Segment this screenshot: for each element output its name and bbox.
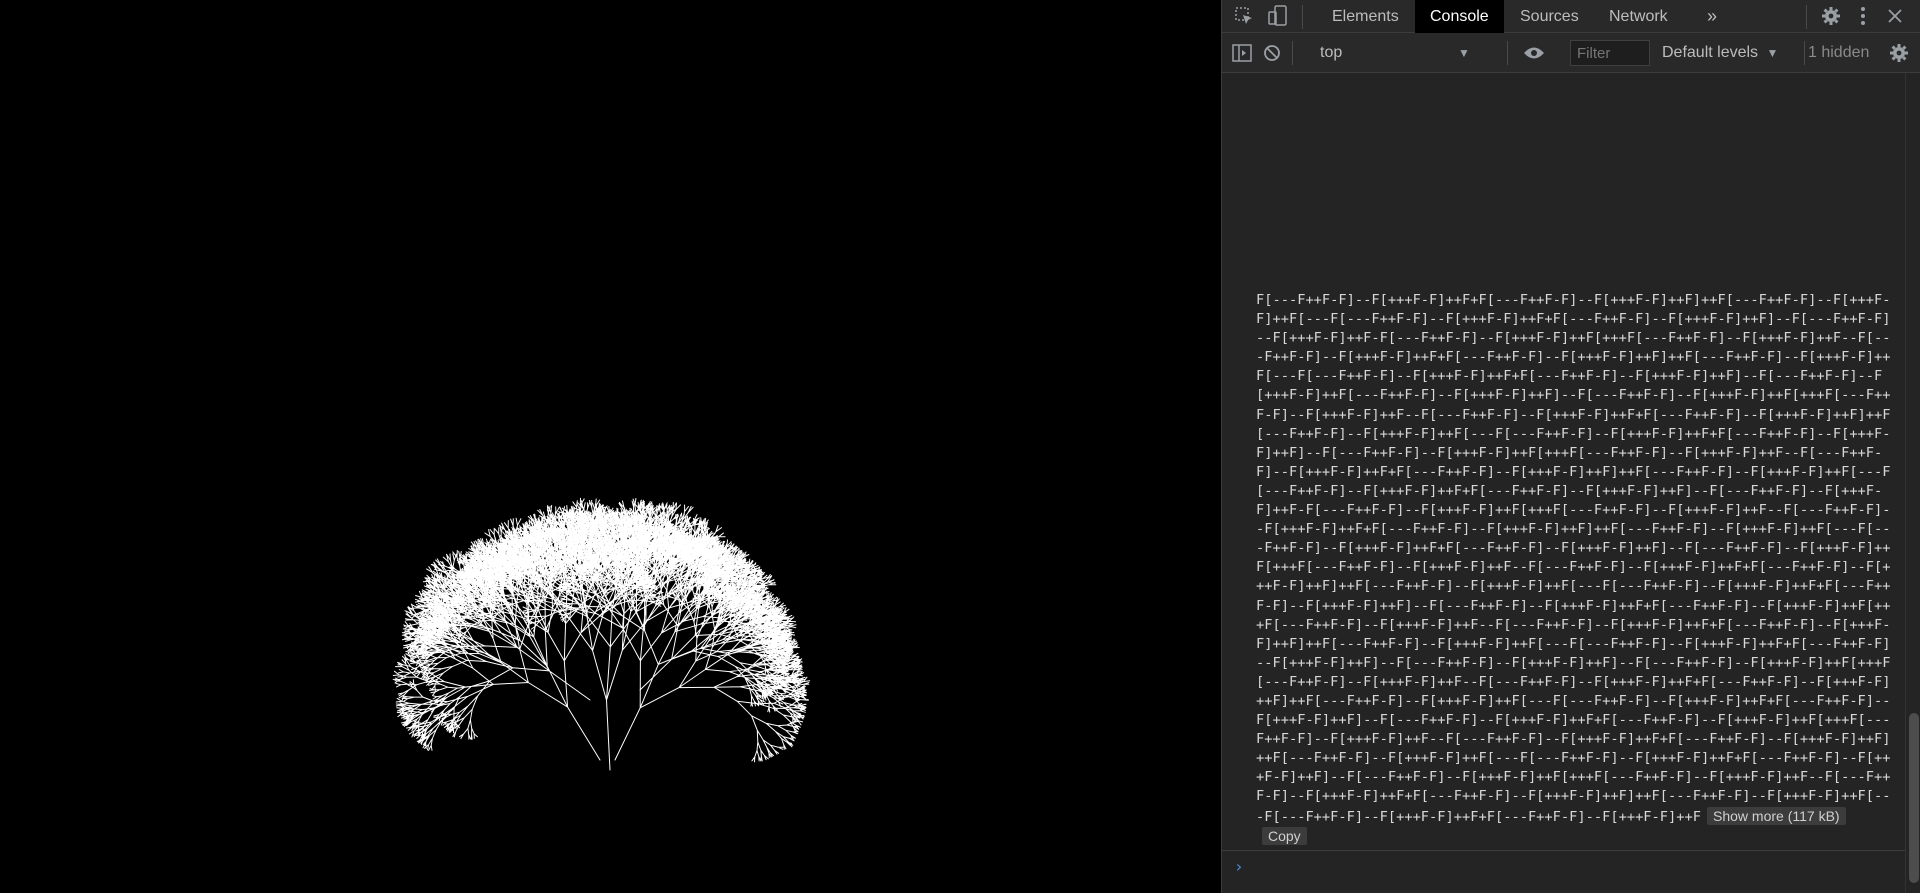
device-toolbar-icon[interactable] (1266, 4, 1290, 28)
clear-console-icon[interactable] (1260, 41, 1284, 65)
tabbar-divider (1302, 5, 1303, 29)
lsystem-canvas (0, 0, 1221, 893)
hidden-count: 1 hidden (1808, 44, 1870, 61)
console-settings-gear-icon[interactable] (1887, 41, 1911, 65)
copy-button[interactable]: Copy (1262, 826, 1307, 845)
levels-label: Default levels (1662, 44, 1759, 61)
devtools-panel: Elements Console Sources Network » top ▼ (1221, 0, 1920, 893)
tab-network[interactable]: Network (1594, 0, 1683, 33)
tab-elements[interactable]: Elements (1317, 0, 1414, 33)
console-prompt-icon: › (1234, 857, 1244, 876)
console-input-row[interactable]: › (1222, 850, 1905, 893)
filter-input[interactable] (1570, 40, 1650, 66)
close-devtools-icon[interactable] (1883, 4, 1907, 28)
console-log-message: F[---F++F-F]--F[+++F-F]++F+F[---F++F-F]-… (1256, 291, 1896, 847)
console-scrollbar[interactable] (1905, 73, 1920, 893)
toolbar-divider (1804, 41, 1805, 65)
context-selector-value: top (1320, 44, 1343, 61)
toolbar-divider (1292, 41, 1293, 65)
context-selector[interactable]: top ▼ (1320, 41, 1480, 65)
tabbar-divider-right (1806, 5, 1807, 29)
console-output: F[---F++F-F]--F[+++F-F]++F+F[---F++F-F]-… (1222, 73, 1905, 853)
fractal-branches (392, 497, 811, 771)
settings-gear-icon[interactable] (1819, 4, 1843, 28)
devtools-tab-bar: Elements Console Sources Network » (1222, 0, 1920, 33)
dropdown-arrow-icon: ▼ (1458, 46, 1470, 60)
scrollbar-thumb[interactable] (1909, 713, 1919, 883)
log-text: F[---F++F-F]--F[+++F-F]++F+F[---F++F-F]-… (1256, 292, 1891, 825)
tab-sources[interactable]: Sources (1505, 0, 1594, 33)
more-options-icon[interactable] (1851, 4, 1875, 28)
live-expression-eye-icon[interactable] (1522, 41, 1546, 65)
more-tabs-button[interactable]: » (1692, 0, 1732, 33)
toolbar-divider (1507, 41, 1508, 65)
levels-chevron-down-icon: ▼ (1766, 46, 1779, 60)
tab-console[interactable]: Console (1415, 0, 1504, 33)
inspect-element-icon[interactable] (1232, 4, 1256, 28)
console-toolbar: top ▼ Default levels ▼ 1 hidden (1222, 33, 1920, 73)
sidebar-toggle-icon[interactable] (1230, 41, 1254, 65)
show-more-button[interactable]: Show more (117 kB) (1707, 806, 1846, 825)
fractal-tree-drawing (392, 497, 811, 771)
default-levels-dropdown[interactable]: Default levels ▼ (1662, 41, 1778, 65)
